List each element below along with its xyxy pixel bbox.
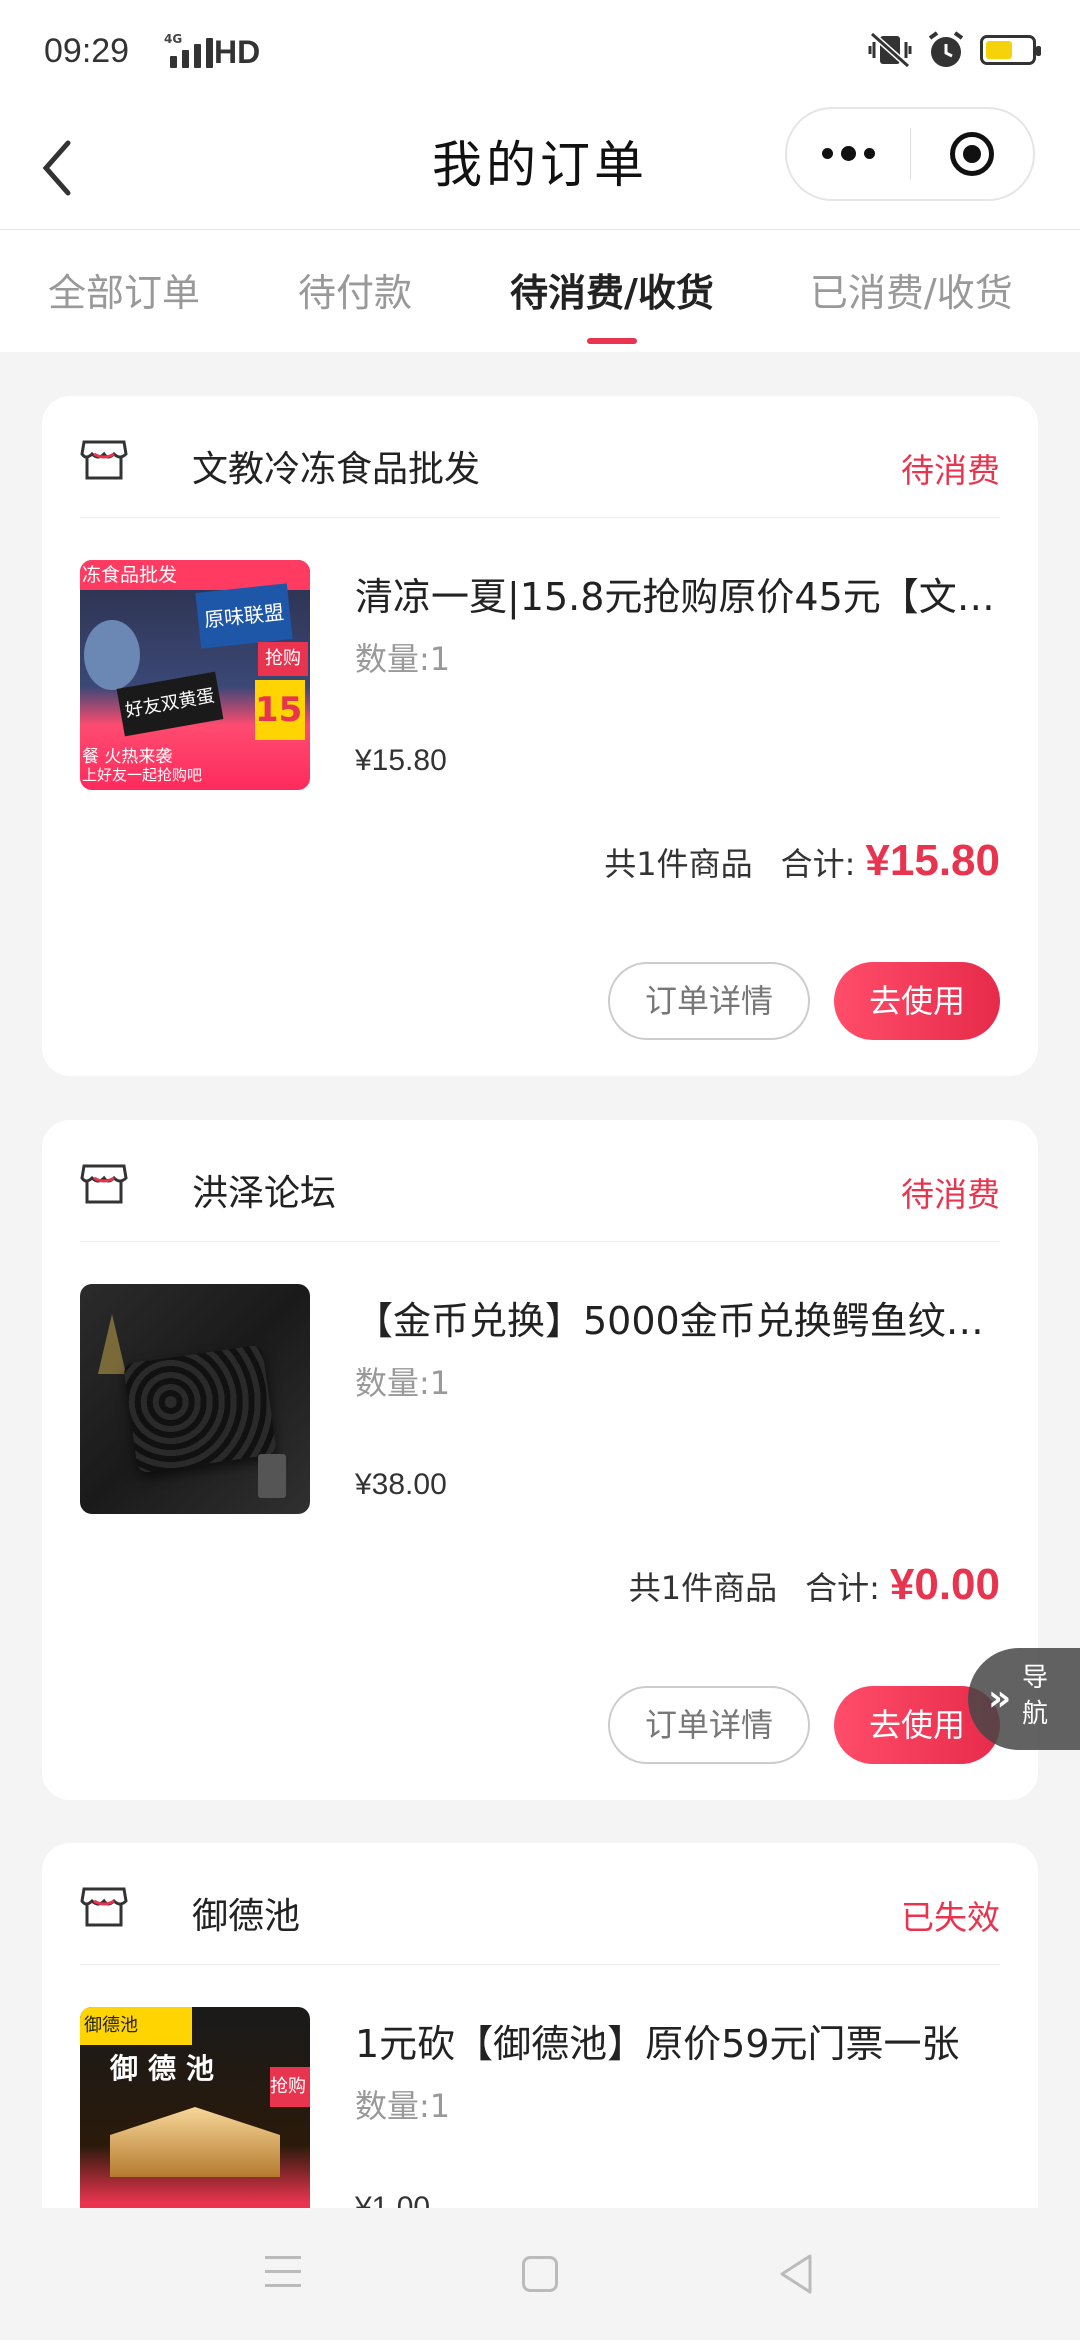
product-thumbnail[interactable]: 御德池 御德池 抢购 — [80, 2007, 310, 2237]
store-name: 洪泽论坛 — [192, 1173, 337, 1214]
tab-label: 全部订单 — [48, 271, 201, 315]
more-dots-icon — [821, 145, 875, 161]
tab-label: 待付款 — [298, 271, 413, 315]
battery-icon — [980, 35, 1041, 65]
order-detail-button[interactable]: 订单详情 — [608, 1686, 810, 1764]
more-menu-button[interactable] — [787, 109, 910, 199]
tab-consumed[interactable]: 已消费/收货 — [810, 230, 1013, 352]
product-thumbnail[interactable]: 冻食品批发 原味联盟 好友双黄蛋 抢购 15 餐 火热来袭 上好友一起抢购吧 — [80, 560, 310, 790]
product-price: ¥15.80 — [355, 744, 447, 777]
hd-indicator: HD — [214, 34, 261, 70]
store-row[interactable]: 文教冷冻食品批发 待消费 — [80, 396, 1000, 518]
store-icon — [80, 440, 128, 480]
store-icon — [80, 1887, 128, 1927]
order-card[interactable]: 文教冷冻食品批发 待消费 冻食品批发 原味联盟 好友双黄蛋 抢购 15 餐 火热… — [42, 396, 1038, 1076]
order-tabs: 全部订单 待付款 待消费/收货 已消费/收货 — [0, 230, 1080, 352]
order-status: 待消费 — [901, 1175, 1000, 1214]
nav-label: 导航 — [1022, 1663, 1049, 1729]
home-icon[interactable] — [522, 2256, 558, 2292]
product-price: ¥38.00 — [355, 1468, 447, 1501]
product-name[interactable]: 【金币兑换】5000金币兑换鳄鱼纹卡包 — [355, 1290, 1000, 1345]
order-detail-button[interactable]: 订单详情 — [608, 962, 810, 1040]
floating-nav-button[interactable]: » 导航 — [968, 1648, 1080, 1750]
order-status: 已失效 — [901, 1898, 1000, 1937]
use-button[interactable]: 去使用 — [834, 962, 1000, 1040]
total-label: 合计: — [780, 845, 856, 883]
thumb-badge: 抢购 — [258, 642, 308, 676]
tab-pending-payment[interactable]: 待付款 — [298, 230, 412, 352]
alarm-icon — [928, 31, 964, 67]
product-quantity: 数量:1 — [355, 2087, 451, 2125]
product-thumbnail[interactable] — [80, 1284, 310, 1514]
thumb-tag: 御德池 — [80, 2007, 192, 2045]
product-name[interactable]: 1元砍【御德池】原价59元门票一张 — [355, 2013, 1000, 2068]
mini-program-capsule — [785, 107, 1035, 201]
tab-all-orders[interactable]: 全部订单 — [48, 230, 200, 352]
order-card[interactable]: 洪泽论坛 待消费 【金币兑换】5000金币兑换鳄鱼纹卡包 数量:1 ¥38.00… — [42, 1120, 1038, 1800]
status-bar: 09:29 4G HD — [0, 0, 1080, 105]
active-tab-indicator — [586, 338, 637, 344]
tab-label: 已消费/收货 — [809, 271, 1013, 315]
item-count: 共1件商品 — [628, 1569, 778, 1607]
double-chevron-icon: » — [988, 1678, 1012, 1719]
order-card[interactable]: 御德池 已失效 御德池 御德池 抢购 1元砍【御德池】原价59元门票一张 数量:… — [42, 1843, 1038, 2263]
title-bar: 我的订单 — [0, 105, 1080, 230]
thumb-footer-2: 上好友一起抢购吧 — [82, 766, 203, 784]
store-name: 御德池 — [192, 1896, 301, 1937]
tab-pending-consume[interactable]: 待消费/收货 — [510, 230, 714, 352]
order-summary: 共1件商品 合计: ¥15.80 — [604, 836, 1000, 886]
item-count: 共1件商品 — [604, 845, 753, 883]
order-summary: 共1件商品 合计: ¥0.00 — [629, 1560, 1000, 1610]
thumb-package-b: 好友双黄蛋 — [116, 671, 224, 737]
tower-figurine — [98, 1314, 126, 1374]
target-circle-icon — [949, 132, 994, 176]
order-status: 待消费 — [901, 451, 1000, 490]
store-name: 文教冷冻食品批发 — [192, 449, 481, 490]
order-total: ¥0.00 — [889, 1560, 1000, 1609]
thumb-package-a: 原味联盟 — [195, 583, 293, 649]
blueberry-package — [84, 620, 140, 690]
system-back-icon[interactable] — [776, 2252, 816, 2296]
network-type: 4G — [164, 32, 183, 46]
product-quantity: 数量:1 — [355, 640, 451, 678]
wallet-image — [123, 1344, 277, 1474]
status-time: 09:29 — [44, 32, 130, 70]
close-program-button[interactable] — [911, 109, 1034, 199]
thumb-venue-name: 御德池 — [110, 2052, 225, 2085]
total-label: 合计: — [805, 1569, 880, 1607]
signal-icon: 4G — [160, 32, 213, 68]
order-total: ¥15.80 — [865, 836, 1000, 885]
lighter-image — [258, 1454, 286, 1498]
thumb-price-badge: 15 — [255, 680, 305, 740]
store-icon — [80, 1164, 128, 1204]
system-nav-bar — [0, 2208, 1080, 2340]
store-row[interactable]: 御德池 已失效 — [80, 1843, 1000, 1965]
product-name[interactable]: 清凉一夏|15.8元抢购原价45元【文教冷冻食品批发】 — [355, 566, 1000, 621]
product-quantity: 数量:1 — [355, 1364, 451, 1402]
vibrate-mute-icon — [868, 31, 912, 69]
thumb-badge: 抢购 — [270, 2067, 310, 2107]
building-image — [110, 2107, 280, 2177]
tab-label: 待消费/收货 — [510, 271, 714, 315]
recent-apps-icon[interactable] — [265, 2256, 301, 2298]
store-row[interactable]: 洪泽论坛 待消费 — [80, 1120, 1000, 1242]
